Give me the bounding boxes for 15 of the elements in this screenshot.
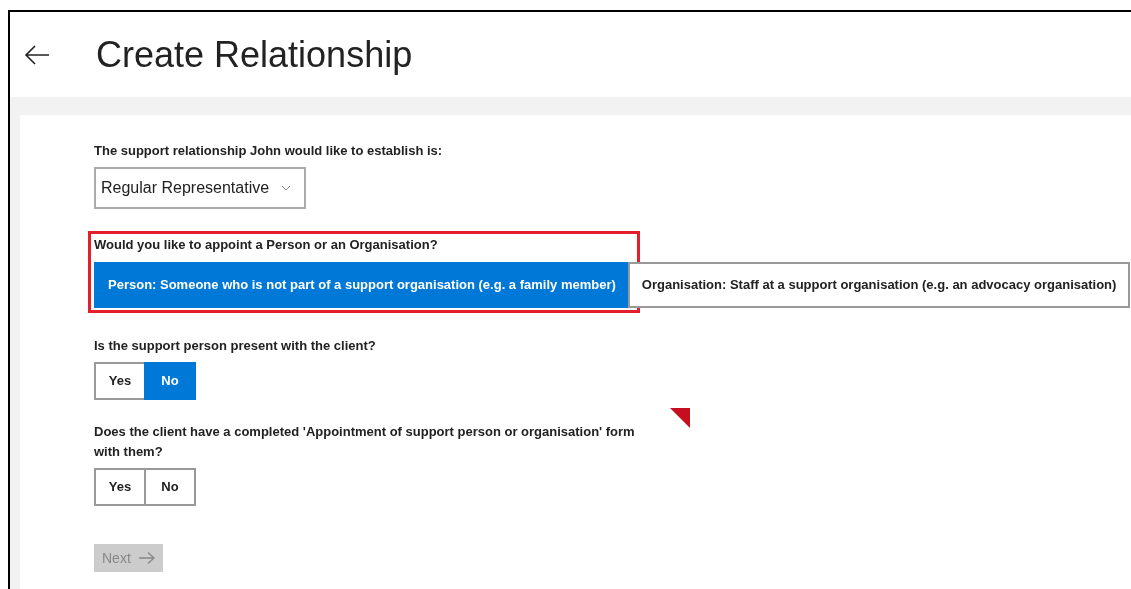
question-label: Is the support person present with the client?: [94, 337, 377, 355]
arrow-right-icon: [138, 552, 155, 564]
question-label: Would you like to appoint a Person or an Organisation?: [94, 235, 439, 254]
option-button[interactable]: No: [144, 468, 196, 506]
option-button[interactable]: No: [144, 362, 196, 400]
relationship-dropdown[interactable]: Regular Representative: [94, 166, 306, 209]
page-title: Create Relationship: [96, 32, 413, 77]
option-button[interactable]: Yes: [94, 362, 146, 400]
option-button[interactable]: Organisation: Staff at a support organisation (e.g. an advocacy organisation): [627, 262, 1131, 308]
question-label: Does the client have a completed 'Appointment of support person or organisation' form with them?: [94, 423, 636, 461]
option-button[interactable]: Yes: [94, 468, 146, 506]
field-label: The support relationship John would like to establish is:: [94, 142, 444, 160]
chevron-down-icon: [281, 184, 292, 191]
back-arrow-icon[interactable]: [24, 44, 50, 65]
option-button[interactable]: Person: Someone who is not part of a support organisation (e.g. a family member): [94, 262, 630, 308]
